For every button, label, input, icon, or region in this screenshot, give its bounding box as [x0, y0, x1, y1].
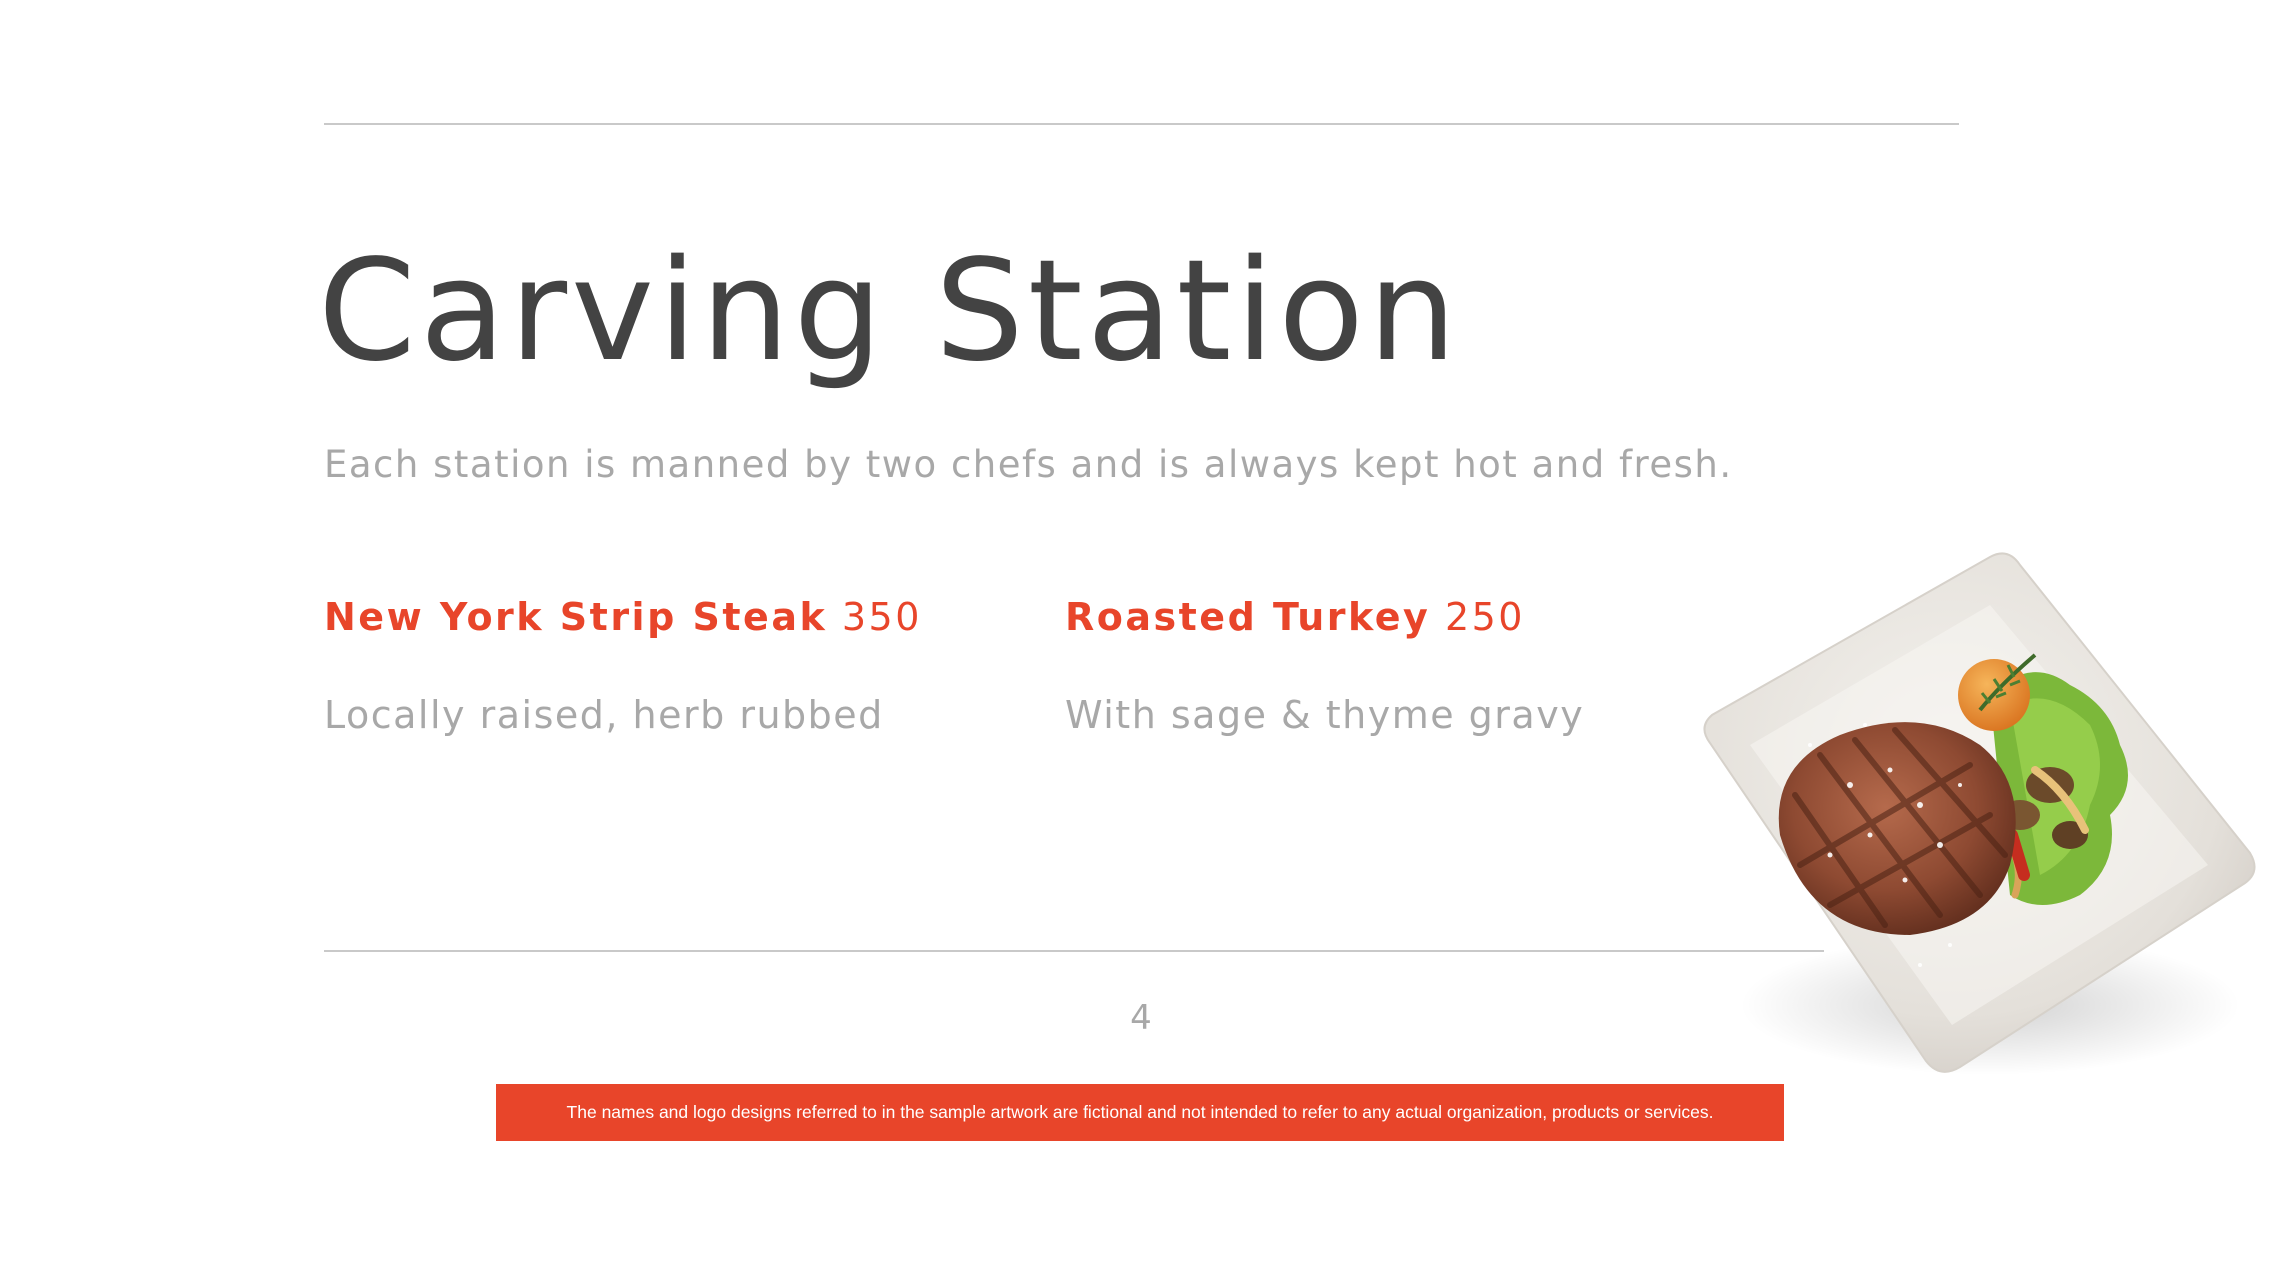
steak-plate-icon	[1690, 535, 2274, 1095]
top-divider	[324, 123, 1959, 125]
disclaimer-banner: The names and logo designs referred to i…	[496, 1084, 1784, 1141]
page-subtitle: Each station is manned by two chefs and …	[324, 443, 1733, 486]
menu-item-name: Roasted Turkey	[1065, 595, 1431, 639]
menu-item-price: 250	[1444, 595, 1525, 639]
page-number: 4	[1130, 998, 1152, 1038]
menu-item-name: New York Strip Steak	[324, 595, 828, 639]
disclaimer-text: The names and logo designs referred to i…	[566, 1102, 1714, 1122]
menu-item-heading: Roasted Turkey 250	[1065, 595, 1584, 639]
menu-item-heading: New York Strip Steak 350	[324, 595, 922, 639]
menu-item-turkey: Roasted Turkey 250 With sage & thyme gra…	[1065, 595, 1584, 737]
bottom-divider	[324, 950, 1824, 952]
menu-item-price: 350	[841, 595, 922, 639]
page-title: Carving Station	[318, 230, 1461, 393]
menu-item-steak: New York Strip Steak 350 Locally raised,…	[324, 595, 922, 737]
menu-item-description: With sage & thyme gravy	[1065, 693, 1585, 737]
menu-item-description: Locally raised, herb rubbed	[324, 693, 884, 737]
